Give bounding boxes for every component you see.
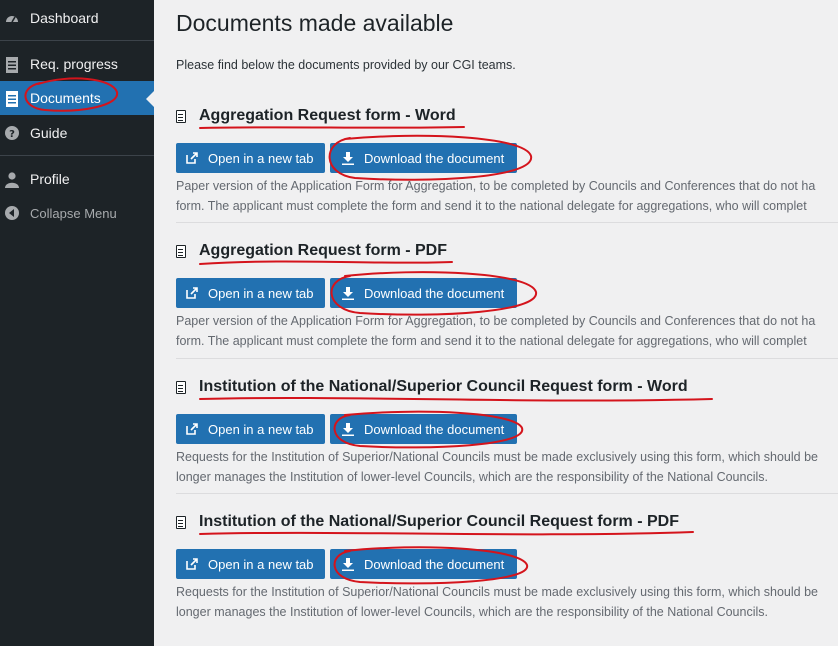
- open-in-new-tab-button[interactable]: Open in a new tab: [176, 143, 325, 173]
- open-label: Open in a new tab: [208, 150, 314, 166]
- document-description: Paper version of the Application Form fo…: [176, 177, 815, 216]
- sidebar-item-dashboard[interactable]: Dashboard: [0, 1, 154, 35]
- download-label: Download the document: [364, 421, 505, 437]
- download-document-button[interactable]: Download the document: [330, 414, 517, 444]
- open-in-new-tab-button[interactable]: Open in a new tab: [176, 549, 325, 579]
- dashboard-icon: [5, 11, 19, 25]
- file-icon: [176, 380, 186, 394]
- active-indicator: [146, 91, 154, 107]
- description-line: Requests for the Institution of Superior…: [176, 585, 818, 599]
- download-label: Download the document: [364, 150, 505, 166]
- download-document-button[interactable]: Download the document: [330, 143, 517, 173]
- external-link-icon: [186, 287, 198, 299]
- sidebar-item-documents[interactable]: Documents: [0, 81, 154, 115]
- file-icon: [176, 515, 186, 529]
- admin-sidebar: Dashboard Req. progress Documents ? Guid…: [0, 0, 154, 646]
- collapse-icon: [5, 206, 19, 220]
- download-icon: [342, 287, 354, 300]
- external-link-icon: [186, 152, 198, 164]
- description-line: Requests for the Institution of Superior…: [176, 450, 818, 464]
- document-title: Institution of the National/Superior Cou…: [176, 511, 679, 533]
- download-icon: [342, 423, 354, 436]
- user-icon: [5, 172, 19, 188]
- document-description: Paper version of the Application Form fo…: [176, 312, 815, 351]
- document-description: Requests for the Institution of Superior…: [176, 448, 818, 487]
- external-link-icon: [186, 558, 198, 570]
- sidebar-separator: [0, 40, 154, 41]
- sidebar-item-guide[interactable]: ? Guide: [0, 116, 154, 150]
- sidebar-item-label: Documents: [30, 90, 101, 106]
- open-label: Open in a new tab: [208, 285, 314, 301]
- download-document-button[interactable]: Download the document: [330, 549, 517, 579]
- document-title-text: Aggregation Request form - PDF: [199, 242, 448, 259]
- main-content: Documents made available Please find bel…: [154, 0, 838, 646]
- download-label: Download the document: [364, 285, 505, 301]
- page-intro: Please find below the documents provided…: [176, 58, 516, 72]
- file-icon: [176, 244, 186, 258]
- sidebar-item-req-progress[interactable]: Req. progress: [0, 47, 154, 81]
- section-divider: [176, 222, 838, 223]
- download-icon: [342, 152, 354, 165]
- section-divider: [176, 493, 838, 494]
- download-label: Download the document: [364, 556, 505, 572]
- download-document-button[interactable]: Download the document: [330, 278, 517, 308]
- page-title: Documents made available: [176, 10, 454, 36]
- document-title: Aggregation Request form - PDF: [176, 240, 447, 262]
- document-title: Institution of the National/Superior Cou…: [176, 376, 688, 398]
- collapse-menu-button[interactable]: Collapse Menu: [0, 196, 154, 230]
- description-line: form. The applicant must complete the fo…: [176, 333, 807, 348]
- open-label: Open in a new tab: [208, 556, 314, 572]
- download-icon: [342, 558, 354, 571]
- open-label: Open in a new tab: [208, 421, 314, 437]
- description-line: form. The applicant must complete the fo…: [176, 198, 807, 213]
- open-in-new-tab-button[interactable]: Open in a new tab: [176, 414, 325, 444]
- sidebar-item-profile[interactable]: Profile: [0, 162, 154, 196]
- sidebar-item-label: Profile: [30, 171, 70, 187]
- sidebar-item-label: Guide: [30, 125, 68, 141]
- sidebar-item-label: Dashboard: [30, 10, 99, 26]
- document-title-text: Aggregation Request form - Word: [199, 107, 456, 124]
- sidebar-item-label: Req. progress: [30, 56, 118, 72]
- sidebar-item-label: Collapse Menu: [30, 205, 117, 221]
- section-divider: [176, 358, 838, 359]
- external-link-icon: [186, 423, 198, 435]
- document-title-text: Institution of the National/Superior Cou…: [199, 513, 679, 530]
- document-icon: [5, 91, 19, 107]
- document-title: Aggregation Request form - Word: [176, 105, 456, 127]
- description-line: Paper version of the Application Form fo…: [176, 179, 816, 193]
- svg-text:?: ?: [9, 129, 15, 140]
- document-title-text: Institution of the National/Superior Cou…: [199, 378, 688, 395]
- description-line: Paper version of the Application Form fo…: [176, 314, 816, 328]
- description-line: longer manages the Institution of lower-…: [176, 604, 768, 619]
- document-description: Requests for the Institution of Superior…: [176, 583, 818, 622]
- clipboard-icon: [5, 57, 19, 73]
- sidebar-separator: [0, 155, 154, 156]
- question-icon: ?: [5, 126, 19, 140]
- file-icon: [176, 109, 186, 123]
- description-line: longer manages the Institution of lower-…: [176, 469, 768, 484]
- open-in-new-tab-button[interactable]: Open in a new tab: [176, 278, 325, 308]
